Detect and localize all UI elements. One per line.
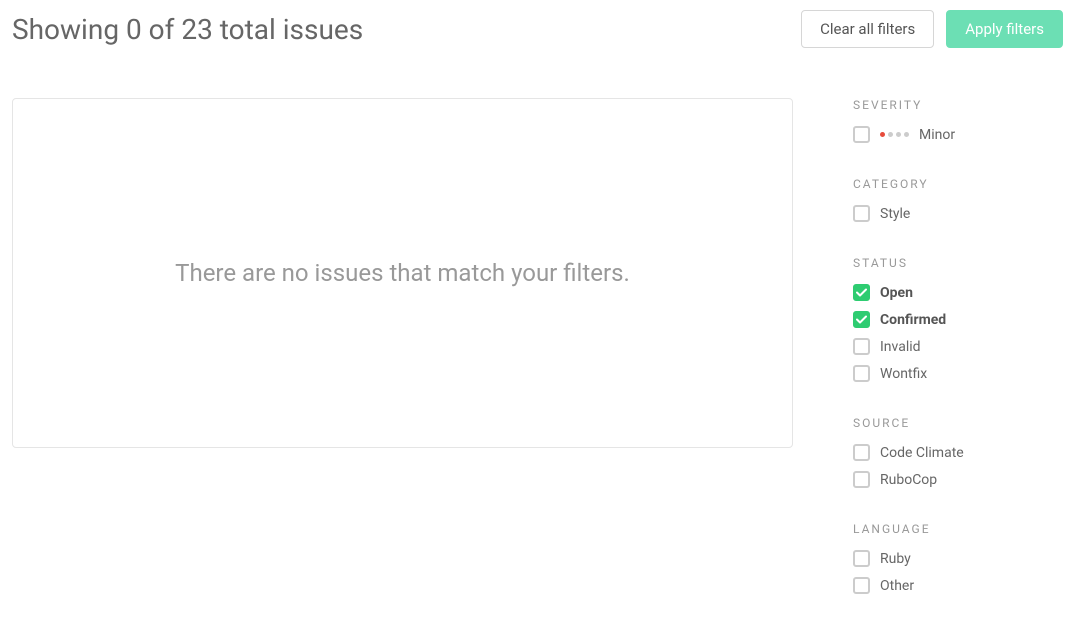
severity-dots-icon <box>880 132 909 137</box>
filter-label-confirmed: Confirmed <box>880 312 946 328</box>
checkbox-code-climate[interactable] <box>853 444 870 461</box>
filter-item-invalid[interactable]: Invalid <box>853 338 1063 355</box>
filter-item-ruby[interactable]: Ruby <box>853 550 1063 567</box>
checkbox-wontfix[interactable] <box>853 365 870 382</box>
checkbox-invalid[interactable] <box>853 338 870 355</box>
filter-label-minor: Minor <box>919 127 955 143</box>
empty-message: There are no issues that match your filt… <box>175 259 630 287</box>
filters-sidebar: SEVERITY Minor CATEGORY <box>853 98 1063 628</box>
filter-group-status: STATUS Open Confirmed <box>853 256 1063 392</box>
filter-label-other: Other <box>880 578 914 594</box>
header-row: Showing 0 of 23 total issues Clear all f… <box>12 10 1063 48</box>
filter-label-invalid: Invalid <box>880 339 921 355</box>
filter-item-style[interactable]: Style <box>853 205 1063 222</box>
clear-filters-button[interactable]: Clear all filters <box>801 10 934 48</box>
apply-filters-button[interactable]: Apply filters <box>946 10 1063 48</box>
filter-label-open: Open <box>880 285 913 301</box>
filter-label-code-climate: Code Climate <box>880 445 964 461</box>
filter-group-language: LANGUAGE Ruby Other <box>853 522 1063 604</box>
filter-group-severity: SEVERITY Minor <box>853 98 1063 153</box>
issues-panel: There are no issues that match your filt… <box>12 98 793 448</box>
filter-label-ruby: Ruby <box>880 551 911 567</box>
filter-label-wontfix: Wontfix <box>880 366 927 382</box>
checkbox-minor[interactable] <box>853 126 870 143</box>
filter-item-code-climate[interactable]: Code Climate <box>853 444 1063 461</box>
content-row: There are no issues that match your filt… <box>12 98 1063 628</box>
checkbox-style[interactable] <box>853 205 870 222</box>
filter-heading-source: SOURCE <box>853 416 1063 430</box>
filter-group-source: SOURCE Code Climate RuboCop <box>853 416 1063 498</box>
filter-item-rubocop[interactable]: RuboCop <box>853 471 1063 488</box>
checkbox-open[interactable] <box>853 284 870 301</box>
checkbox-rubocop[interactable] <box>853 471 870 488</box>
checkbox-ruby[interactable] <box>853 550 870 567</box>
filter-item-open[interactable]: Open <box>853 284 1063 301</box>
filter-heading-severity: SEVERITY <box>853 98 1063 112</box>
page-title: Showing 0 of 23 total issues <box>12 13 363 46</box>
filter-heading-status: STATUS <box>853 256 1063 270</box>
filter-group-category: CATEGORY Style <box>853 177 1063 232</box>
filter-item-wontfix[interactable]: Wontfix <box>853 365 1063 382</box>
filter-label-style: Style <box>880 206 910 222</box>
filter-item-confirmed[interactable]: Confirmed <box>853 311 1063 328</box>
filter-heading-category: CATEGORY <box>853 177 1063 191</box>
filter-label-rubocop: RuboCop <box>880 472 937 488</box>
checkbox-other[interactable] <box>853 577 870 594</box>
filter-item-other[interactable]: Other <box>853 577 1063 594</box>
filter-heading-language: LANGUAGE <box>853 522 1063 536</box>
header-buttons: Clear all filters Apply filters <box>801 10 1063 48</box>
filter-item-minor[interactable]: Minor <box>853 126 1063 143</box>
checkbox-confirmed[interactable] <box>853 311 870 328</box>
